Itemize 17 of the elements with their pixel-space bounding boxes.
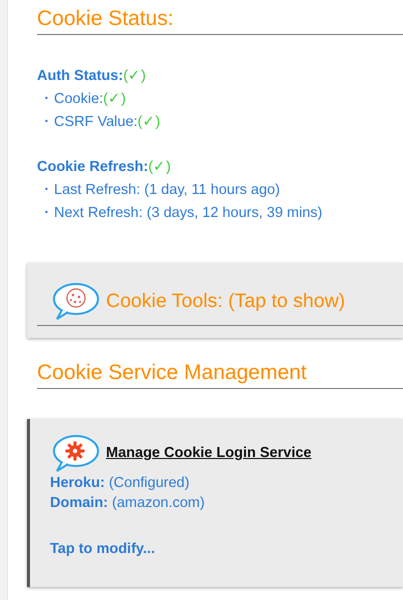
status-heading: Cookie Refresh:(✓) [37,158,172,177]
status-line: ・Last Refresh: (1 day, 11 hours ago) [38,181,281,200]
service-title: Manage Cookie Login Service [106,445,312,461]
cookie-bubble-icon [50,281,100,321]
tools-title: Cookie Tools: (Tap to show) [106,290,346,312]
status-line: ・Cookie:(✓) [38,90,127,109]
status-line: ・CSRF Value:(✓) [38,113,162,132]
section-title: Cookie Status: [37,6,403,35]
service-field: Domain: (amazon.com) [50,493,403,513]
service-field: Heroku: (Configured) [50,473,403,493]
status-line: ・Next Refresh: (3 days, 12 hours, 39 mins) [38,204,324,223]
modify-link[interactable]: Tap to modify... [50,541,403,557]
service-card[interactable]: Manage Cookie Login Service Heroku: (Configured) Domain: (amazon.com) Tap to modify... [27,419,403,587]
gear-bubble-icon [50,433,100,473]
tools-card[interactable]: Cookie Tools: (Tap to show) [27,263,403,338]
status-heading: Auth Status:(✓) [37,67,147,86]
section-title: Cookie Service Management [37,360,403,389]
